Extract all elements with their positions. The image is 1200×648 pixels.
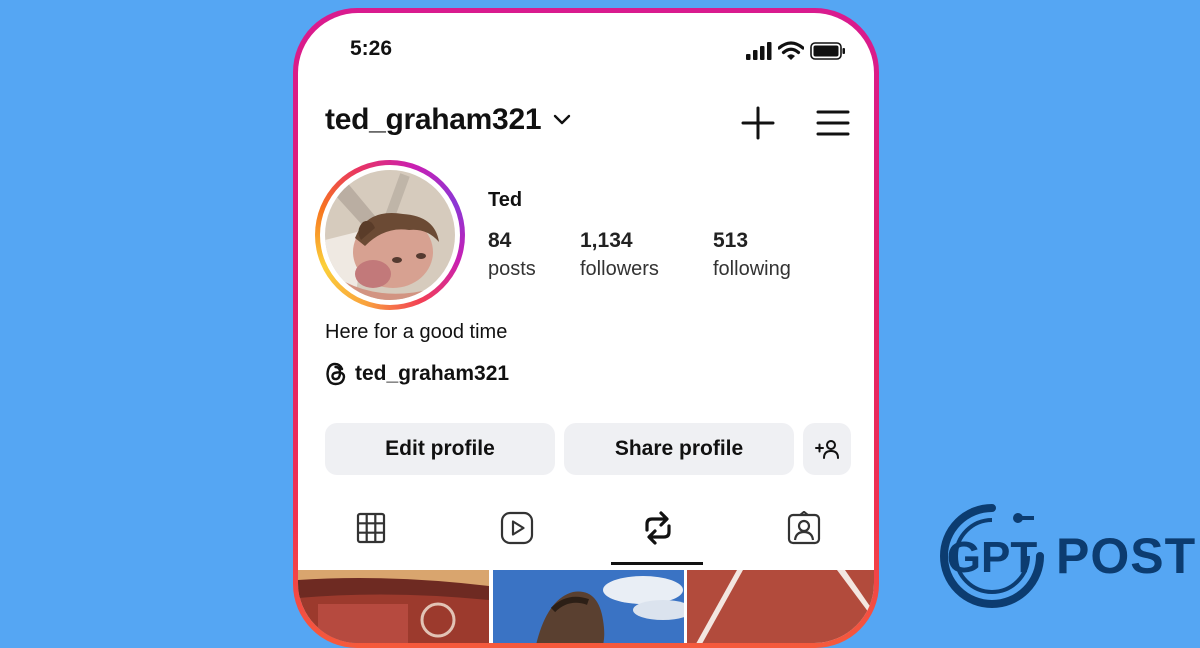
post-thumbnail[interactable]: [493, 570, 684, 643]
cellular-signal-icon: [746, 42, 772, 60]
post-thumbnail[interactable]: [687, 570, 874, 643]
chevron-down-icon: [554, 114, 571, 125]
create-button[interactable]: [738, 103, 778, 143]
tagged-icon: [787, 511, 821, 545]
reels-icon: [500, 511, 534, 545]
stat-label: following: [713, 258, 791, 280]
username: ted_graham321: [325, 103, 542, 136]
stat-value: 84: [488, 229, 512, 252]
status-time: 5:26: [350, 37, 393, 60]
bio: Here for a good time: [325, 321, 508, 343]
battery-icon: [810, 42, 845, 60]
post-image: [298, 570, 489, 643]
reposts-icon: [645, 511, 671, 545]
tab-reposts[interactable]: [588, 503, 728, 553]
gpt-post-logo: GPT POST: [938, 502, 1196, 610]
menu-button[interactable]: [813, 103, 853, 143]
account-switcher[interactable]: ted_graham321: [325, 103, 571, 137]
phone-screen: 5:26 ted_graham321 Ted 84 posts 1,134 fo…: [298, 13, 874, 643]
story-ring[interactable]: [315, 160, 465, 310]
post-image: [687, 570, 874, 643]
stat-value: 1,134: [580, 229, 633, 252]
profile-photo: [325, 170, 455, 300]
active-tab-indicator: [611, 562, 703, 565]
phone-frame: 5:26 ted_graham321 Ted 84 posts 1,134 fo…: [293, 8, 879, 648]
hamburger-menu-icon: [816, 110, 850, 136]
gpt-logo-mark: GPT: [940, 504, 1044, 608]
tab-grid[interactable]: [301, 503, 441, 553]
display-name: Ted: [488, 189, 523, 211]
threads-icon: [326, 362, 346, 386]
stat-followers[interactable]: 1,134 followers: [580, 227, 659, 283]
logo-text-gpt: GPT: [947, 533, 1038, 582]
logo-text-post: POST: [1056, 528, 1197, 584]
threads-handle: ted_graham321: [355, 362, 510, 385]
share-profile-button[interactable]: Share profile: [564, 423, 794, 475]
tab-reels[interactable]: [447, 503, 587, 553]
stat-label: followers: [580, 258, 659, 280]
grid-icon: [356, 512, 386, 544]
edit-profile-button[interactable]: Edit profile: [325, 423, 555, 475]
tab-tagged[interactable]: [734, 503, 874, 553]
post-thumbnail[interactable]: [298, 570, 489, 643]
discover-people-button[interactable]: [803, 423, 851, 475]
status-icons: [746, 41, 846, 61]
avatar: [325, 170, 455, 300]
stat-label: posts: [488, 258, 536, 280]
threads-link[interactable]: ted_graham321: [325, 362, 509, 386]
post-image: [493, 570, 684, 643]
add-person-icon: [815, 440, 839, 459]
stat-value: 513: [713, 229, 749, 252]
plus-icon: [741, 106, 775, 140]
stat-posts[interactable]: 84 posts: [488, 227, 536, 283]
stat-following[interactable]: 513 following: [713, 227, 791, 283]
wifi-icon: [778, 41, 804, 60]
